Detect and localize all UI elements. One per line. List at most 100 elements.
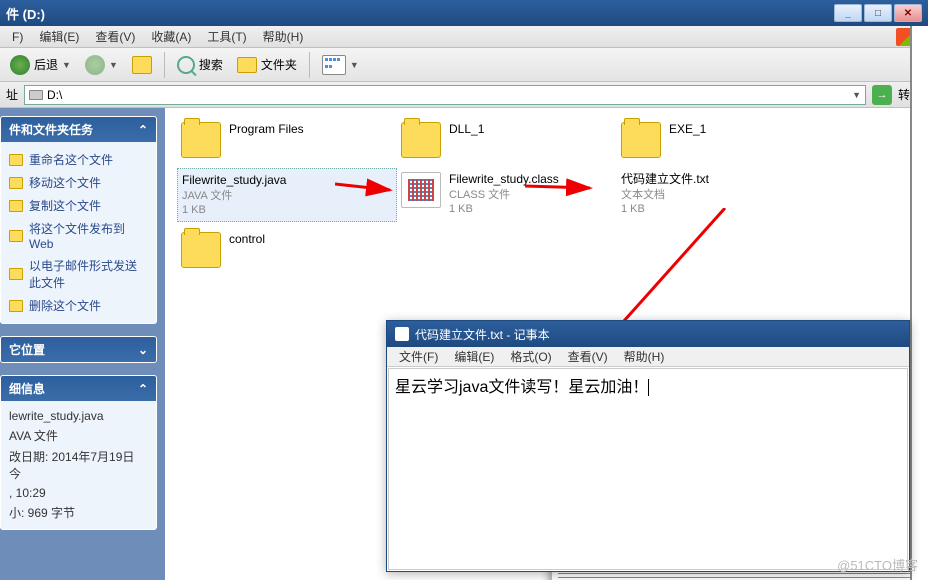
back-button[interactable]: 后退 ▼ xyxy=(6,53,75,77)
detail-date: 改日期: 2014年7月19日 今 xyxy=(9,446,148,484)
file-name: Program Files xyxy=(229,122,304,138)
folders-icon xyxy=(237,57,257,73)
chevron-down-icon: ▼ xyxy=(109,60,118,70)
address-input[interactable]: D:\ ▼ xyxy=(24,85,866,105)
web-icon xyxy=(9,230,23,242)
folder-icon xyxy=(621,122,661,158)
task-delete[interactable]: 删除这个文件 xyxy=(9,294,148,317)
task-email[interactable]: 以电子邮件形式发送此文件 xyxy=(9,254,148,294)
menu-tools[interactable]: 工具(T) xyxy=(199,26,254,47)
views-icon xyxy=(322,55,346,75)
np-menu-help[interactable]: 帮助(H) xyxy=(616,346,673,367)
forward-icon xyxy=(85,55,105,75)
forward-button[interactable]: ▼ xyxy=(81,53,122,77)
watermark: @51CTO博客 xyxy=(837,555,918,574)
window-title: 件 (D:) xyxy=(6,4,45,23)
notepad-textarea[interactable]: 星云学习java文件读写！星云加油！ xyxy=(388,368,908,570)
notepad-window[interactable]: 代码建立文件.txt - 记事本 文件(F) 编辑(E) 格式(O) 查看(V)… xyxy=(386,320,910,572)
np-menu-edit[interactable]: 编辑(E) xyxy=(446,346,502,367)
file-size: 1 KB xyxy=(182,203,286,217)
panel-header[interactable]: 件和文件夹任务 ⌃ xyxy=(1,117,156,142)
folder-icon xyxy=(181,122,221,158)
detail-size: 小: 969 字节 xyxy=(9,502,148,523)
file-name: control xyxy=(229,232,265,248)
file-name: EXE_1 xyxy=(669,122,706,138)
tasks-panel: 件和文件夹任务 ⌃ 重命名这个文件 移动这个文件 复制这个文件 将这个文件发布到… xyxy=(0,116,157,324)
folder-item[interactable]: DLL_1 xyxy=(397,118,617,162)
file-item[interactable]: Filewrite_study.classCLASS 文件1 KB xyxy=(397,168,617,222)
file-type: 文本文档 xyxy=(621,188,709,202)
np-menu-view[interactable]: 查看(V) xyxy=(560,346,616,367)
maximize-button[interactable]: □ xyxy=(864,4,892,22)
task-rename[interactable]: 重命名这个文件 xyxy=(9,148,148,171)
window-controls: _ □ ✕ xyxy=(834,4,922,22)
file-item[interactable]: Filewrite_study.javaJAVA 文件1 KB xyxy=(177,168,397,222)
notepad-menubar: 文件(F) 编辑(E) 格式(O) 查看(V) 帮助(H) xyxy=(387,347,909,367)
mail-icon xyxy=(9,268,23,280)
back-icon xyxy=(10,55,30,75)
folder-item[interactable]: EXE_1 xyxy=(617,118,837,162)
folder-icon xyxy=(401,122,441,158)
close-button[interactable]: ✕ xyxy=(894,4,922,22)
panel-header[interactable]: 细信息 ⌃ xyxy=(1,376,156,401)
places-panel: 它位置 ⌄ xyxy=(0,336,157,363)
menu-view[interactable]: 查看(V) xyxy=(87,26,143,47)
np-menu-file[interactable]: 文件(F) xyxy=(391,346,446,367)
folder-icon xyxy=(181,232,221,268)
drive-icon xyxy=(29,90,43,100)
np-menu-format[interactable]: 格式(O) xyxy=(502,346,559,367)
folder-item[interactable]: Program Files xyxy=(177,118,397,162)
detail-type: AVA 文件 xyxy=(9,425,148,446)
divider xyxy=(164,52,165,78)
collapse-icon: ⌃ xyxy=(138,382,148,396)
chevron-down-icon: ▼ xyxy=(62,60,71,70)
folder-item[interactable]: control xyxy=(177,228,397,272)
text-cursor xyxy=(648,379,653,396)
notepad-icon xyxy=(395,327,409,341)
address-path: D:\ xyxy=(47,88,62,102)
address-label: 址 xyxy=(6,86,18,103)
file-name: Filewrite_study.java xyxy=(182,173,286,189)
chevron-down-icon: ▼ xyxy=(350,60,359,70)
task-copy[interactable]: 复制这个文件 xyxy=(9,194,148,217)
file-name: DLL_1 xyxy=(449,122,484,138)
menu-help[interactable]: 帮助(H) xyxy=(255,26,312,47)
task-move[interactable]: 移动这个文件 xyxy=(9,171,148,194)
notepad-titlebar[interactable]: 代码建立文件.txt - 记事本 xyxy=(387,321,909,347)
expand-icon: ⌄ xyxy=(138,343,148,357)
views-button[interactable]: ▼ xyxy=(318,53,363,77)
file-icon xyxy=(401,172,441,208)
menubar: F) 编辑(E) 查看(V) 收藏(A) 工具(T) 帮助(H) xyxy=(0,26,928,48)
file-size: 1 KB xyxy=(621,202,709,216)
menu-edit[interactable]: 编辑(E) xyxy=(31,26,87,47)
menu-file[interactable]: F) xyxy=(4,28,31,46)
up-button[interactable] xyxy=(128,54,156,76)
details-panel: 细信息 ⌃ lewrite_study.java AVA 文件 改日期: 201… xyxy=(0,375,157,530)
file-icon xyxy=(9,177,23,189)
file-type: JAVA 文件 xyxy=(182,189,286,203)
file-item[interactable]: 代码建立文件.txt文本文档1 KB xyxy=(617,168,837,222)
collapse-icon: ⌃ xyxy=(138,123,148,137)
chevron-down-icon[interactable]: ▼ xyxy=(852,90,861,100)
panel-header[interactable]: 它位置 ⌄ xyxy=(1,337,156,362)
divider xyxy=(309,52,310,78)
go-button[interactable]: → xyxy=(872,85,892,105)
toolbar: 后退 ▼ ▼ 搜索 文件夹 ▼ xyxy=(0,48,928,82)
file-name: 代码建立文件.txt xyxy=(621,172,709,188)
tasks-sidebar: 件和文件夹任务 ⌃ 重命名这个文件 移动这个文件 复制这个文件 将这个文件发布到… xyxy=(0,108,165,580)
task-publish[interactable]: 将这个文件发布到 Web xyxy=(9,217,148,254)
detail-name: lewrite_study.java xyxy=(9,407,148,425)
notepad-title: 代码建立文件.txt - 记事本 xyxy=(415,326,550,343)
delete-icon xyxy=(9,300,23,312)
folders-button[interactable]: 文件夹 xyxy=(233,54,301,75)
search-icon xyxy=(177,56,195,74)
search-button[interactable]: 搜索 xyxy=(173,54,227,76)
file-icon xyxy=(9,154,23,166)
explorer-titlebar: 件 (D:) _ □ ✕ xyxy=(0,0,928,26)
menu-favorites[interactable]: 收藏(A) xyxy=(143,26,199,47)
file-type: CLASS 文件 xyxy=(449,188,559,202)
minimize-button[interactable]: _ xyxy=(834,4,862,22)
adjacent-window-edge xyxy=(910,26,928,580)
file-name: Filewrite_study.class xyxy=(449,172,559,188)
file-size: 1 KB xyxy=(449,202,559,216)
